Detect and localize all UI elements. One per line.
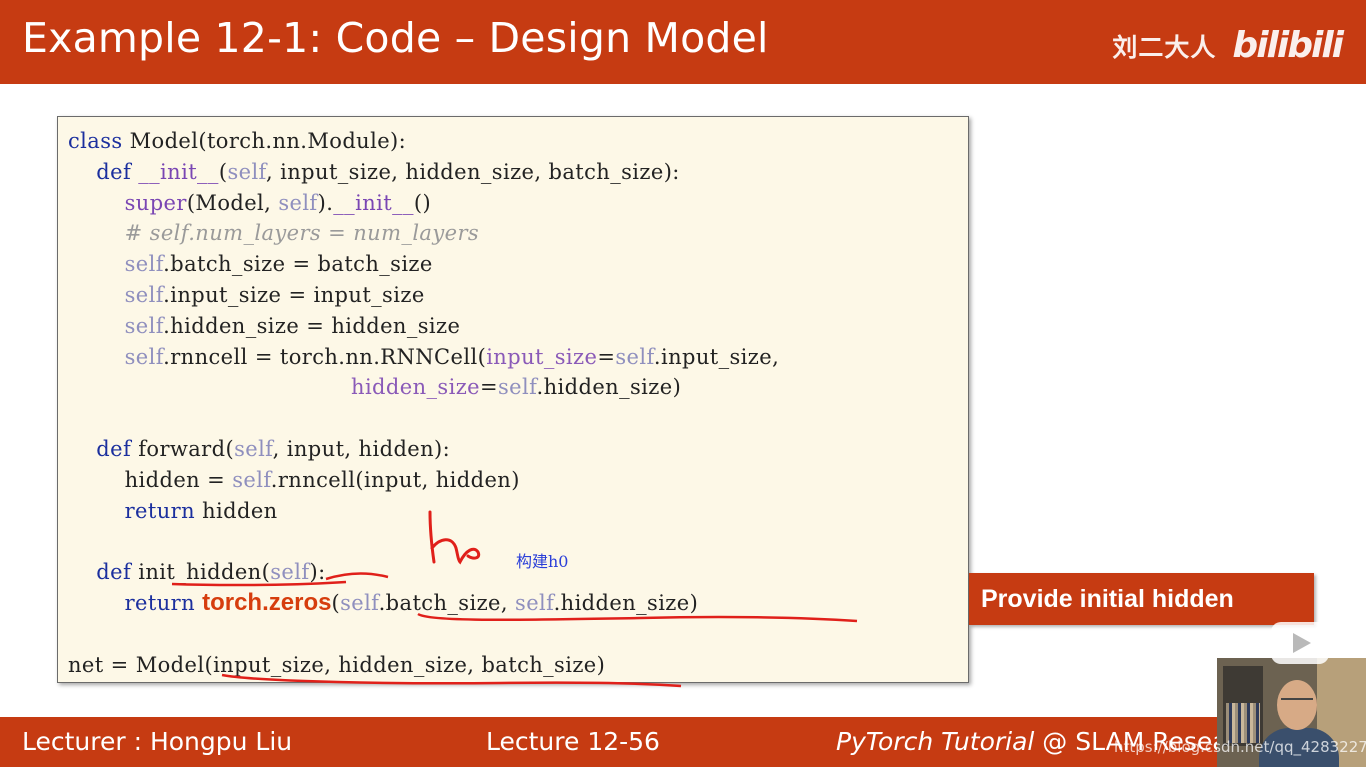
code-token: self — [124, 313, 164, 338]
code-token: torch.zeros — [202, 588, 332, 616]
code-token: hidden_size — [351, 375, 480, 400]
code-line: class Model(torch.nn.Module): — [68, 126, 779, 157]
code-token: input_size — [486, 344, 598, 369]
lecturer-glasses — [1281, 698, 1313, 706]
code-token: net = Model(input_size, hidden_size, bat… — [68, 652, 606, 677]
code-line: self.rnncell = torch.nn.RNNCell(input_si… — [68, 342, 779, 373]
code-token: hidden = — [68, 467, 233, 492]
code-token: forward( — [138, 436, 235, 461]
code-token: () — [413, 190, 432, 215]
code-line: net = Model(input_size, hidden_size, bat… — [68, 650, 779, 681]
bilibili-logo: bilibili — [1232, 25, 1344, 66]
code-token: ): — [309, 560, 326, 585]
code-token: # self.num_layers = num_layers — [124, 221, 480, 246]
watermark-url: https://blog.csdn.net/qq_42832272 — [1114, 738, 1366, 756]
slide-title: Example 12-1: Code – Design Model — [22, 14, 769, 62]
code-token: .rnncell(input, hidden) — [270, 467, 520, 492]
code-line: super(Model, self).__init__() — [68, 188, 779, 219]
code-token: .hidden_size = hidden_size — [163, 313, 461, 338]
code-line: def __init__(self, input_size, hidden_si… — [68, 157, 779, 188]
code-token: .batch_size, — [378, 590, 516, 615]
code-token: self — [615, 344, 654, 369]
code-token: .hidden_size) — [536, 375, 682, 400]
code-line: hidden_size=self.hidden_size) — [68, 372, 779, 403]
code-line: self.batch_size = batch_size — [68, 249, 779, 280]
play-icon[interactable] — [1271, 622, 1329, 664]
code-token: = — [479, 375, 498, 400]
slide-header: Example 12-1: Code – Design Model 刘二大人 b… — [0, 0, 1366, 84]
code-token: super — [124, 190, 187, 215]
books — [1226, 703, 1260, 743]
code-token: , input_size, hidden_size, batch_size): — [265, 159, 680, 184]
code-token: class — [68, 129, 130, 153]
lecturer-label: Lecturer : Hongpu Liu — [22, 727, 293, 756]
code-line: hidden = self.rnncell(input, hidden) — [68, 465, 779, 496]
code-token: __init__ — [333, 190, 414, 215]
code-token: .input_size = input_size — [163, 282, 425, 307]
code-token: self — [124, 252, 164, 277]
code-block: class Model(torch.nn.Module): def __init… — [68, 126, 779, 680]
code-token: self — [227, 159, 266, 184]
code-token: def — [68, 560, 139, 585]
brand: 刘二大人 bilibili — [1112, 25, 1344, 66]
code-line: return hidden — [68, 496, 779, 527]
code-token: self — [497, 375, 537, 400]
note-build-h0: 构建h0 — [516, 552, 569, 571]
code-token: self — [340, 590, 379, 615]
code-token: init_hidden( — [138, 560, 271, 585]
code-token: = — [597, 344, 616, 369]
tutorial-name: PyTorch Tutorial — [836, 727, 1035, 756]
code-token: self — [515, 590, 554, 615]
lecture-number: Lecture 12-56 — [486, 727, 660, 756]
code-token: return — [124, 590, 203, 615]
code-token: return — [124, 498, 203, 523]
code-token: self — [124, 282, 164, 307]
code-token: ). — [317, 190, 334, 215]
code-token: def — [68, 436, 139, 461]
code-token: self — [270, 560, 310, 585]
code-token: .batch_size = batch_size — [163, 252, 433, 277]
brand-name: 刘二大人 — [1112, 33, 1217, 62]
code-line: self.input_size = input_size — [68, 280, 779, 311]
code-token: self — [124, 344, 164, 369]
code-token: .input_size, — [653, 344, 780, 369]
code-line: # self.num_layers = num_layers — [68, 218, 779, 249]
callout-box: Provide initial hidden — [969, 573, 1314, 625]
code-token: ( — [331, 590, 341, 615]
code-token: __init__ — [138, 159, 219, 184]
code-token: .hidden_size) — [553, 590, 699, 615]
code-line: return torch.zeros(self.batch_size, self… — [68, 588, 779, 619]
code-token: self — [234, 436, 273, 461]
code-line: self.hidden_size = hidden_size — [68, 311, 779, 342]
code-token: , input, hidden): — [272, 436, 451, 461]
code-token: self — [278, 190, 318, 215]
code-line: def forward(self, input, hidden): — [68, 434, 779, 465]
code-token: Model(torch.nn.Module): — [129, 129, 407, 153]
code-token: .rnncell = torch.nn.RNNCell( — [163, 344, 487, 369]
code-line: def init_hidden(self): — [68, 557, 779, 588]
code-token: hidden — [202, 498, 278, 523]
code-token: def — [68, 159, 139, 184]
code-token: (Model, — [186, 190, 279, 215]
code-panel: class Model(torch.nn.Module): def __init… — [57, 116, 969, 683]
code-token: self — [232, 467, 271, 492]
